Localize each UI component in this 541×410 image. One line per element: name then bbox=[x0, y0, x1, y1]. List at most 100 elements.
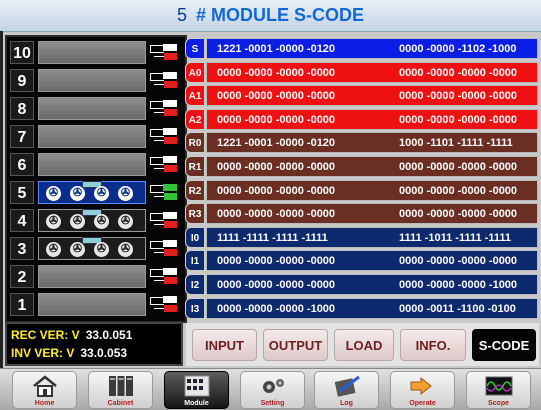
slot-1[interactable]: 1 bbox=[10, 292, 182, 317]
cabinet-icon bbox=[89, 374, 152, 400]
register-label: R2 bbox=[185, 179, 205, 201]
rec-version-label: REC VER: V bbox=[11, 328, 80, 342]
module-bay[interactable]: ✇ ✇ ✇ ✇ bbox=[38, 209, 146, 232]
register-value: 0000 -0000 -0000 -0000 0000 -0000 -0000 -… bbox=[206, 250, 538, 272]
connector-icon bbox=[150, 182, 180, 202]
slot-9[interactable]: 9 bbox=[10, 68, 182, 93]
module-bay[interactable] bbox=[38, 41, 146, 64]
nav-label: Home bbox=[34, 400, 55, 407]
nav-label: Scope bbox=[487, 400, 509, 407]
setting-icon bbox=[241, 374, 304, 400]
module-bay[interactable] bbox=[38, 153, 146, 176]
log-icon bbox=[315, 374, 378, 400]
tab-info[interactable]: INFO. bbox=[400, 329, 466, 361]
fan-icon: ✇ bbox=[94, 242, 109, 257]
nav-label: Log bbox=[340, 400, 353, 407]
register-value: 1111 -1111 -1111 -1111 1111 -1011 -1111 -… bbox=[206, 226, 538, 248]
fan-icon: ✇ bbox=[118, 242, 133, 257]
connector-icon bbox=[150, 126, 180, 146]
module-bay[interactable]: ✇ ✇ ✇ ✇ bbox=[38, 237, 146, 260]
left-edge bbox=[0, 31, 3, 368]
register-value-1: 0000 -0000 -0000 -0000 bbox=[217, 255, 336, 268]
connector-icon bbox=[150, 238, 180, 258]
tab-output[interactable]: OUTPUT bbox=[263, 329, 328, 361]
register-row-i1: I1 0000 -0000 -0000 -0000 0000 -0000 -0000… bbox=[185, 250, 538, 272]
register-row-i0: I0 1111 -1111 -1111 -1111 1111 -1011 -1111… bbox=[185, 226, 538, 248]
tab-load[interactable]: LOAD bbox=[334, 329, 394, 361]
operate-icon bbox=[391, 374, 454, 400]
fan-icon: ✇ bbox=[70, 242, 85, 257]
nav-label: Cabinet bbox=[107, 400, 134, 407]
register-value-1: 0000 -0000 -0000 -0000 bbox=[217, 279, 336, 291]
register-label: I0 bbox=[185, 226, 205, 248]
slot-5[interactable]: 5 ✇ ✇ ✇ ✇ bbox=[10, 180, 182, 205]
fan-icon: ✇ bbox=[70, 214, 85, 229]
register-value-2: 0000 -0000 -0000 -1000 bbox=[399, 279, 518, 291]
register-label: R3 bbox=[185, 203, 205, 225]
register-value: 0000 -0000 -0000 -0000 0000 -0000 -0000 -… bbox=[206, 203, 538, 225]
register-label: R1 bbox=[185, 156, 205, 177]
register-value-2: 0000 -0000 -0000 -0000 bbox=[399, 113, 518, 126]
register-value: 1221 -0001 -0000 -0120 1000 -1101 -1111 -… bbox=[206, 132, 538, 154]
module-number: 5 bbox=[176, 5, 187, 25]
connector-icon bbox=[150, 42, 180, 62]
register-value-1: 0000 -0000 -0000 -0000 bbox=[217, 66, 336, 79]
module-bay[interactable] bbox=[38, 265, 146, 288]
slot-7[interactable]: 7 bbox=[10, 124, 182, 149]
register-value: 0000 -0000 -0000 -0000 0000 -0000 -0000 -… bbox=[206, 156, 538, 177]
slot-number: 9 bbox=[10, 69, 34, 92]
tab-s-code[interactable]: S-CODE bbox=[472, 329, 536, 361]
module-bay[interactable] bbox=[38, 69, 146, 92]
register-label: I3 bbox=[185, 297, 205, 319]
nav-setting[interactable]: Setting bbox=[240, 371, 305, 409]
inv-version-label: INV VER: V bbox=[11, 346, 75, 360]
nav-scope[interactable]: Scope bbox=[466, 371, 531, 409]
fan-icon: ✇ bbox=[46, 186, 61, 201]
register-value-1: 1221 -0001 -0000 -0120 bbox=[217, 43, 336, 55]
rec-version-value: 33.0.051 bbox=[85, 328, 133, 342]
slot-10[interactable]: 10 bbox=[10, 40, 182, 65]
register-value-1: 0000 -0000 -0000 -1000 bbox=[217, 302, 336, 315]
module-bay[interactable]: ✇ ✇ ✇ ✇ bbox=[38, 181, 146, 204]
nav-log[interactable]: Log bbox=[314, 371, 379, 409]
screen: 5 # MODULE S-CODE 10 9 8 7 6 5 ✇ ✇ ✇ ✇ 4 ✇ ✇ ✇ ✇ 3 ✇ ✇ ✇ ✇ 2… bbox=[0, 0, 541, 410]
version-panel: REC VER: V 33.0.051 INV VER: V 33.0.053 bbox=[5, 322, 183, 366]
register-value: 0000 -0000 -0000 -0000 0000 -0000 -0000 -… bbox=[206, 108, 538, 130]
register-label: A0 bbox=[185, 61, 205, 83]
register-value-2: 0000 -0000 -0000 -0000 bbox=[399, 161, 518, 173]
module-bay[interactable] bbox=[38, 125, 146, 148]
module-icon bbox=[165, 374, 228, 400]
register-value-2: 1000 -1101 -1111 -1111 bbox=[399, 137, 513, 150]
register-value: 0000 -0000 -0000 -0000 0000 -0000 -0000 -… bbox=[206, 274, 538, 295]
register-row-a2: A2 0000 -0000 -0000 -0000 0000 -0000 -0000… bbox=[185, 108, 538, 130]
register-value-2: 0000 -0000 -1102 -1000 bbox=[399, 43, 517, 55]
register-value-1: 0000 -0000 -0000 -0000 bbox=[217, 208, 336, 221]
slot-8[interactable]: 8 bbox=[10, 96, 182, 121]
slot-number: 8 bbox=[10, 97, 34, 120]
register-row-r3: R3 0000 -0000 -0000 -0000 0000 -0000 -0000… bbox=[185, 203, 538, 225]
slot-number: 2 bbox=[10, 265, 34, 288]
slot-6[interactable]: 6 bbox=[10, 152, 182, 177]
nav-operate[interactable]: Operate bbox=[390, 371, 455, 409]
nav-cabinet[interactable]: Cabinet bbox=[88, 371, 153, 409]
slot-3[interactable]: 3 ✇ ✇ ✇ ✇ bbox=[10, 236, 182, 261]
nav-label: Module bbox=[184, 400, 209, 407]
register-value-2: 0000 -0011 -1100 -0100 bbox=[399, 302, 516, 315]
module-bay[interactable] bbox=[38, 97, 146, 120]
nav-home[interactable]: Home bbox=[12, 371, 77, 409]
fan-icon: ✇ bbox=[118, 214, 133, 229]
slot-number: 1 bbox=[10, 293, 34, 316]
register-value-2: 0000 -0000 -0000 -0000 bbox=[399, 208, 518, 221]
module-bay[interactable] bbox=[38, 293, 146, 316]
tab-input[interactable]: INPUT bbox=[192, 329, 257, 361]
register-label: A1 bbox=[185, 85, 205, 107]
fan-icon: ✇ bbox=[118, 186, 133, 201]
slot-number: 4 bbox=[10, 209, 34, 232]
slot-2[interactable]: 2 bbox=[10, 264, 182, 289]
register-label: I2 bbox=[185, 274, 205, 295]
register-row-s: S 1221 -0001 -0000 -0120 0000 -0000 -1102 … bbox=[185, 38, 538, 59]
slot-4[interactable]: 4 ✇ ✇ ✇ ✇ bbox=[10, 208, 182, 233]
nav-module[interactable]: Module bbox=[164, 371, 229, 409]
register-value: 0000 -0000 -0000 -0000 0000 -0000 -0000 -… bbox=[206, 85, 538, 107]
register-label: A2 bbox=[185, 108, 205, 130]
